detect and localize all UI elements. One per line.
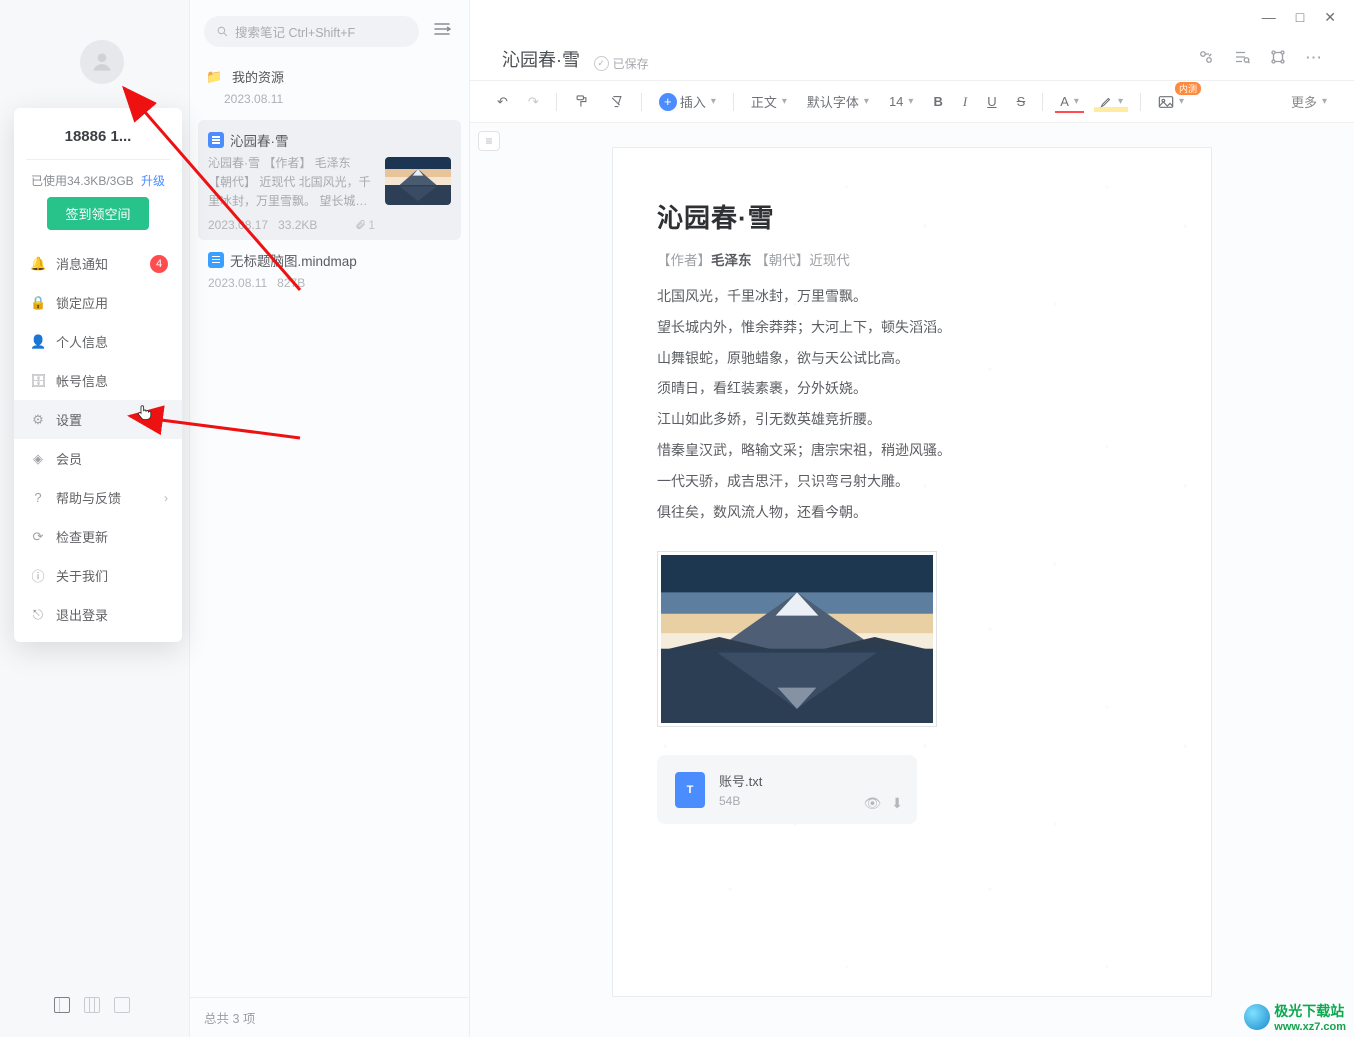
signin-reward-button[interactable]: 签到领空间 <box>47 197 148 230</box>
share-icon[interactable] <box>1197 48 1215 71</box>
sidebar-rail: 18886 1... 已使用34.3KB/3GB 升级 签到领空间 🔔消息通知4… <box>0 0 190 1037</box>
layout-2col-icon[interactable] <box>84 997 100 1013</box>
watermark: 极光下载站 www.xz7.com <box>1244 1001 1346 1033</box>
doc-icon <box>208 132 224 148</box>
saved-status: 已保存 <box>594 55 649 72</box>
minimize-button[interactable]: — <box>1262 9 1276 25</box>
format-painter-button[interactable] <box>567 89 596 114</box>
editor-toolbar: ↶ ↷ +插入▾ 正文▾ 默认字体▾ 14▾ B I U S A▾ ▾ ▾内测 … <box>470 80 1354 123</box>
poem-line: 江山如此多娇，引无数英雄竞折腰。 <box>657 404 1167 435</box>
update-icon: ⟳ <box>30 529 46 545</box>
search-input[interactable]: 搜索笔记 Ctrl+Shift+F <box>204 16 419 47</box>
download-icon[interactable]: ⬇ <box>891 795 903 812</box>
menu-item-account[interactable]: 🗄帐号信息 <box>14 361 182 400</box>
txt-file-icon: T <box>675 772 705 808</box>
menu-item-settings[interactable]: ⚙设置 <box>14 400 182 439</box>
poem-line: 北国风光，千里冰封，万里雪飘。 <box>657 281 1167 312</box>
note-thumbnail <box>385 157 451 205</box>
username: 18886 1... <box>26 122 170 160</box>
menu-item-lock[interactable]: 🔒锁定应用 <box>14 283 182 322</box>
search-in-doc-icon[interactable] <box>1233 48 1251 71</box>
highlight-button[interactable]: ▾ <box>1092 90 1130 114</box>
strike-button[interactable]: S <box>1010 89 1033 114</box>
account-icon: 🗄 <box>30 373 46 389</box>
poem-line: 一代天骄，成吉思汗，只识弯弓射大雕。 <box>657 466 1167 497</box>
poem-line: 须晴日，看红装素裹，分外妖娆。 <box>657 373 1167 404</box>
folder-date: 2023.08.11 <box>198 92 461 106</box>
layout-1col-icon[interactable] <box>54 997 70 1013</box>
maximize-button[interactable]: □ <box>1296 9 1304 25</box>
profile-popover: 18886 1... 已使用34.3KB/3GB 升级 签到领空间 🔔消息通知4… <box>14 108 182 642</box>
preview-icon[interactable]: 👁 <box>863 795 881 812</box>
editor-panel: — □ ✕ 沁园春·雪 已保存 ⋯ ↶ ↷ +插入▾ 正 <box>470 0 1354 1037</box>
watermark-icon <box>1244 1004 1270 1030</box>
search-icon <box>216 25 229 38</box>
lock-icon: 🔒 <box>30 295 46 311</box>
badge: 4 <box>150 255 168 273</box>
attachment-name: 账号.txt <box>719 771 762 790</box>
more-icon[interactable]: ⋯ <box>1305 48 1322 71</box>
font-size-select[interactable]: 14▾ <box>882 89 921 114</box>
avatar[interactable] <box>80 40 124 84</box>
menu-item-logout[interactable]: ⎋退出登录 <box>14 595 182 634</box>
attachment-card[interactable]: T 账号.txt 54B 👁 ⬇ <box>657 755 917 824</box>
help-icon: ? <box>30 490 46 505</box>
insert-button[interactable]: +插入▾ <box>652 87 723 116</box>
menu-item-personal[interactable]: 👤个人信息 <box>14 322 182 361</box>
image-button[interactable]: ▾内测 <box>1151 90 1191 114</box>
inline-image[interactable] <box>657 551 937 727</box>
menu-item-vip[interactable]: ◈会员 <box>14 439 182 478</box>
document-page[interactable]: 沁园春·雪 【作者】毛泽东 【朝代】近现代 北国风光，千里冰封，万里雪飘。望长城… <box>612 147 1212 997</box>
underline-button[interactable]: U <box>980 89 1003 114</box>
vip-icon: ◈ <box>30 451 46 467</box>
note-list-panel: 搜索笔记 Ctrl+Shift+F 📁 我的资源 2023.08.11 沁园春·… <box>190 0 470 1037</box>
storage-usage: 已使用34.3KB/3GB 升级 <box>14 172 182 189</box>
attachment-size: 54B <box>719 794 762 808</box>
folder-icon: 📁 <box>206 69 224 85</box>
layout-full-icon[interactable] <box>114 997 130 1013</box>
note-item[interactable]: 无标题脑图.mindmap 2023.08.11 827B <box>198 240 461 298</box>
chevron-right-icon: › <box>164 491 168 505</box>
personal-icon: 👤 <box>30 334 46 350</box>
menu-item-update[interactable]: ⟳检查更新 <box>14 517 182 556</box>
italic-button[interactable]: I <box>956 89 974 115</box>
layout-switch <box>40 987 144 1023</box>
undo-button[interactable]: ↶ <box>490 89 515 115</box>
paragraph-style-select[interactable]: 正文▾ <box>744 87 794 116</box>
poem-line: 山舞银蛇，原驰蜡象，欲与天公试比高。 <box>657 343 1167 374</box>
poem-line: 望长城内外，惟余莽莽；大河上下，顿失滔滔。 <box>657 312 1167 343</box>
note-item[interactable]: 沁园春·雪 沁园春·雪 【作者】 毛泽东 【朝代】 近现代 北国风光，千里冰封，… <box>198 120 461 240</box>
font-family-select[interactable]: 默认字体▾ <box>800 87 876 116</box>
close-button[interactable]: ✕ <box>1324 9 1336 26</box>
bold-button[interactable]: B <box>926 89 949 114</box>
menu-item-about[interactable]: ⓘ关于我们 <box>14 556 182 595</box>
settings-icon: ⚙ <box>30 412 46 428</box>
msg-icon: 🔔 <box>30 256 46 272</box>
window-controls: — □ ✕ <box>470 0 1354 34</box>
poem-line: 俱往矣，数风流人物，还看今朝。 <box>657 497 1167 528</box>
list-footer: 总共 3 项 <box>190 997 469 1037</box>
attachment-count: 1 <box>355 218 375 232</box>
folder-row[interactable]: 📁 我的资源 <box>198 57 461 96</box>
font-color-button[interactable]: A▾ <box>1053 89 1086 114</box>
outline-toggle-icon[interactable]: ≡ <box>478 131 500 151</box>
redo-button[interactable]: ↷ <box>521 89 546 115</box>
logout-icon: ⎋ <box>30 607 46 623</box>
about-icon: ⓘ <box>30 566 46 585</box>
graph-icon[interactable] <box>1269 48 1287 71</box>
poem-byline: 【作者】毛泽东 【朝代】近现代 <box>657 249 1167 269</box>
document-title[interactable]: 沁园春·雪 <box>502 50 580 70</box>
clear-format-button[interactable] <box>602 89 631 114</box>
user-icon <box>89 49 115 75</box>
toolbar-more-button[interactable]: 更多▾ <box>1284 87 1334 116</box>
poem-title: 沁园春·雪 <box>657 198 1167 235</box>
poem-line: 惜秦皇汉武，略输文采；唐宗宋祖，稍逊风骚。 <box>657 435 1167 466</box>
upgrade-link[interactable]: 升级 <box>141 174 165 188</box>
mindmap-icon <box>208 252 224 268</box>
menu-item-msg[interactable]: 🔔消息通知4 <box>14 244 182 283</box>
collapse-list-icon[interactable] <box>429 19 455 44</box>
menu-item-help[interactable]: ?帮助与反馈› <box>14 478 182 517</box>
